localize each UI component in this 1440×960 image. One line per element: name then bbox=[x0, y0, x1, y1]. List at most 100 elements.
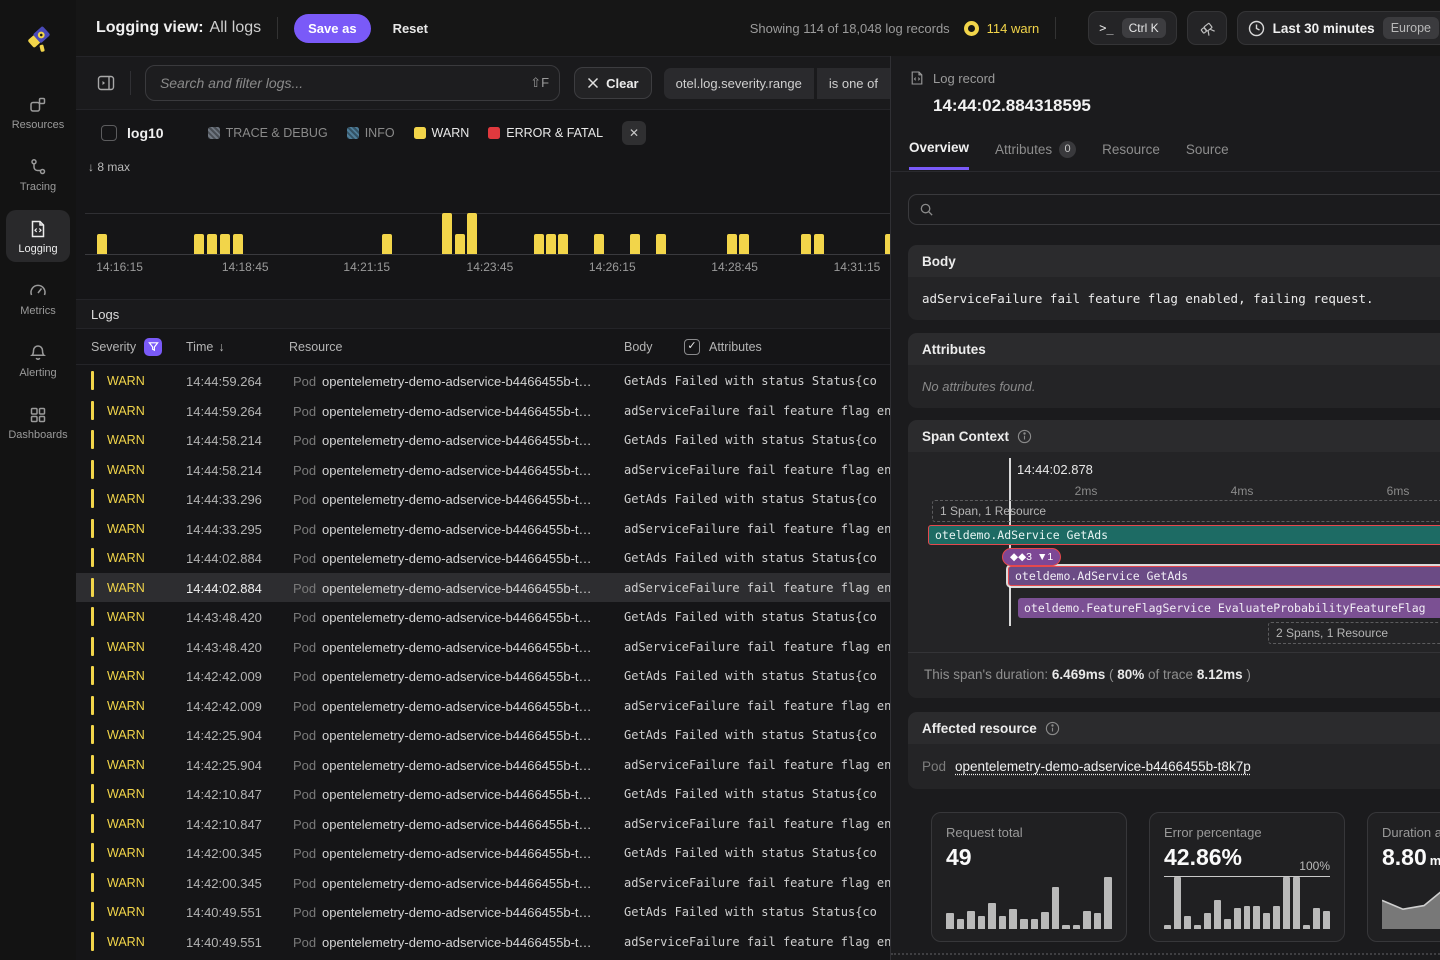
resource-cell: opentelemetry-demo-adservice-b4466455b-t… bbox=[322, 935, 598, 950]
search-input[interactable] bbox=[160, 75, 530, 91]
resource-type-cell: Pod bbox=[293, 817, 316, 832]
time-cell: 14:44:02.884 bbox=[186, 551, 262, 566]
span-bar-root[interactable]: oteldemo.AdService GetAds bbox=[928, 525, 1440, 545]
save-as-button[interactable]: Save as bbox=[294, 14, 370, 43]
tab-resource[interactable]: Resource bbox=[1102, 140, 1160, 170]
expand-panel-button[interactable] bbox=[96, 73, 116, 93]
table-row[interactable]: WARN14:42:10.847Podopentelemetry-demo-ad… bbox=[76, 809, 890, 839]
severity-cell: WARN bbox=[107, 758, 145, 772]
time-cell: 14:42:25.904 bbox=[186, 728, 262, 743]
sidebar-item-dashboards[interactable]: Dashboards bbox=[6, 396, 70, 448]
body-cell: GetAds Failed with status Status{co bbox=[624, 433, 890, 447]
attributes-checkbox[interactable]: ✓ bbox=[684, 339, 700, 355]
keyboard-shortcut: Ctrl K bbox=[1122, 18, 1166, 38]
resource-type-cell: Pod bbox=[293, 404, 316, 419]
table-row[interactable]: WARN14:42:25.904Podopentelemetry-demo-ad… bbox=[76, 750, 890, 780]
severity-cell: WARN bbox=[107, 374, 145, 388]
table-row[interactable]: WARN14:43:48.420Podopentelemetry-demo-ad… bbox=[76, 602, 890, 632]
span-bar-featureflag[interactable]: oteldemo.FeatureFlagService EvaluateProb… bbox=[1018, 598, 1440, 618]
legend-close-button[interactable]: ✕ bbox=[622, 121, 646, 145]
record-timestamp: 14:44:02.884318595 bbox=[933, 96, 1091, 116]
trace-duration: 8.12ms bbox=[1197, 667, 1243, 682]
table-row[interactable]: WARN14:44:59.264Podopentelemetry-demo-ad… bbox=[76, 396, 890, 426]
severity-color-swatch bbox=[488, 127, 500, 139]
sparkline-bar bbox=[1234, 908, 1241, 929]
resource-link[interactable]: opentelemetry-demo-adservice-b4466455b-t… bbox=[955, 759, 1251, 774]
sparkline-bar bbox=[1094, 913, 1102, 929]
table-row[interactable]: WARN14:42:00.345Podopentelemetry-demo-ad… bbox=[76, 868, 890, 898]
histogram-bar bbox=[382, 234, 392, 255]
attributes-card: Attributes No attributes found. bbox=[908, 333, 1440, 408]
table-row[interactable]: WARN14:44:33.296Podopentelemetry-demo-ad… bbox=[76, 484, 890, 514]
attributes-card-title: Attributes bbox=[922, 342, 986, 357]
tab-overview[interactable]: Overview bbox=[909, 140, 969, 170]
histogram-bar bbox=[546, 234, 556, 255]
table-row[interactable]: WARN14:44:59.264Podopentelemetry-demo-ad… bbox=[76, 366, 890, 396]
table-row[interactable]: WARN14:44:02.884Podopentelemetry-demo-ad… bbox=[76, 573, 890, 603]
severity-cell: WARN bbox=[107, 935, 145, 949]
marker-timestamp: 14:44:02.878 bbox=[1017, 462, 1093, 477]
sidebar-item-alerting[interactable]: Alerting bbox=[6, 334, 70, 386]
table-row[interactable]: WARN14:44:02.884Podopentelemetry-demo-ad… bbox=[76, 543, 890, 573]
time-cell: 14:42:42.009 bbox=[186, 669, 262, 684]
sidebar-item-resources[interactable]: Resources bbox=[6, 86, 70, 138]
tab-count-badge: 0 bbox=[1059, 141, 1076, 158]
log-source-checkbox[interactable] bbox=[101, 125, 117, 141]
logs-table-header: Severity Time ↓ Resource Body ✓ Attribut… bbox=[76, 329, 890, 365]
resource-cell: opentelemetry-demo-adservice-b4466455b-t… bbox=[322, 905, 598, 920]
affected-resource-title: Affected resource bbox=[922, 721, 1037, 736]
telescope-button[interactable] bbox=[1187, 11, 1227, 45]
table-row[interactable]: WARN14:42:00.345Podopentelemetry-demo-ad… bbox=[76, 838, 890, 868]
resource-group-bottom: 2 Spans, 1 Resource bbox=[1268, 622, 1440, 644]
table-row[interactable]: WARN14:42:42.009Podopentelemetry-demo-ad… bbox=[76, 691, 890, 721]
table-row[interactable]: WARN14:40:49.551Podopentelemetry-demo-ad… bbox=[76, 897, 890, 927]
legend-item-trace-debug[interactable]: TRACE & DEBUG bbox=[208, 126, 328, 140]
sparkline-bar bbox=[1083, 911, 1091, 929]
telescope-logo-icon bbox=[20, 18, 58, 56]
sparkline-bar bbox=[1031, 919, 1039, 929]
column-resource: Resource bbox=[289, 340, 343, 354]
tab-attributes[interactable]: Attributes0 bbox=[995, 140, 1076, 170]
sidebar-item-logging[interactable]: Logging bbox=[6, 210, 70, 262]
table-row[interactable]: WARN14:44:33.295Podopentelemetry-demo-ad… bbox=[76, 514, 890, 544]
alerting-icon bbox=[28, 343, 48, 363]
histogram-gridline bbox=[85, 213, 890, 214]
sidebar-item-metrics[interactable]: Metrics bbox=[6, 272, 70, 324]
table-row[interactable]: WARN14:42:25.904Podopentelemetry-demo-ad… bbox=[76, 720, 890, 750]
clear-filters-button[interactable]: Clear bbox=[574, 67, 652, 99]
detail-search-box bbox=[908, 194, 1440, 225]
time-range-button[interactable]: Last 30 minutes Europe bbox=[1237, 11, 1440, 45]
tab-source[interactable]: Source bbox=[1186, 140, 1229, 170]
body-cell: adServiceFailure fail feature flag enabl… bbox=[624, 699, 890, 713]
stat-card-error-percentage: Error percentage42.86%100% bbox=[1149, 812, 1345, 942]
body-cell: GetAds Failed with status Status{co bbox=[624, 787, 890, 801]
table-row[interactable]: WARN14:44:58.214Podopentelemetry-demo-ad… bbox=[76, 455, 890, 485]
table-row[interactable]: WARN bbox=[76, 956, 890, 960]
time-cell: 14:42:00.345 bbox=[186, 846, 262, 861]
reset-button[interactable]: Reset bbox=[393, 21, 428, 36]
sidebar-item-tracing[interactable]: Tracing bbox=[6, 148, 70, 200]
filter-chip[interactable]: otel.log.severity.range bbox=[664, 68, 814, 99]
span-bar-selected[interactable]: oteldemo.AdService GetAds bbox=[1008, 566, 1440, 586]
sparkline-bar bbox=[999, 916, 1007, 929]
table-row[interactable]: WARN14:42:10.847Podopentelemetry-demo-ad… bbox=[76, 779, 890, 809]
legend-item-error-fatal[interactable]: ERROR & FATAL bbox=[488, 126, 603, 140]
severity-filter-button[interactable] bbox=[144, 338, 162, 356]
column-time[interactable]: Time ↓ bbox=[186, 340, 225, 354]
resource-cell: opentelemetry-demo-adservice-b4466455b-t… bbox=[322, 374, 598, 389]
severity-cell: WARN bbox=[107, 787, 145, 801]
table-row[interactable]: WARN14:42:42.009Podopentelemetry-demo-ad… bbox=[76, 661, 890, 691]
legend-item-info[interactable]: INFO bbox=[347, 126, 395, 140]
legend-item-warn[interactable]: WARN bbox=[414, 126, 470, 140]
table-row[interactable]: WARN14:44:58.214Podopentelemetry-demo-ad… bbox=[76, 425, 890, 455]
table-row[interactable]: WARN14:40:49.551Podopentelemetry-demo-ad… bbox=[76, 927, 890, 957]
span-events-badge[interactable]: ◆◆3 ▼1 bbox=[1002, 548, 1061, 566]
filter-chip[interactable]: is one of bbox=[817, 68, 890, 99]
severity-stripe bbox=[91, 902, 94, 921]
command-palette-button[interactable]: >_ Ctrl K bbox=[1088, 11, 1176, 45]
app-logo[interactable] bbox=[18, 16, 60, 58]
table-row[interactable]: WARN14:43:48.420Podopentelemetry-demo-ad… bbox=[76, 632, 890, 662]
body-cell: GetAds Failed with status Status{co bbox=[624, 846, 890, 860]
detail-search-input[interactable] bbox=[934, 202, 1440, 217]
resource-type-cell: Pod bbox=[293, 876, 316, 891]
